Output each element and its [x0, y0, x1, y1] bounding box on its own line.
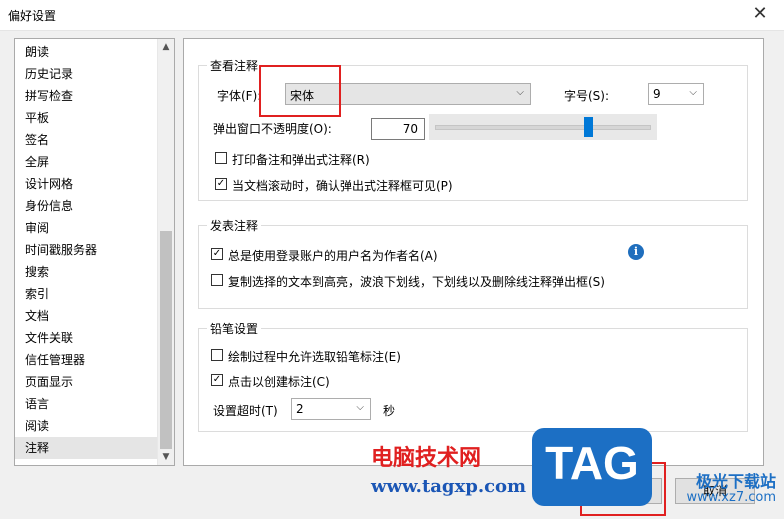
click-create-checkbox[interactable]: ✓	[211, 374, 223, 386]
watermark-tag-text: TAG	[545, 437, 639, 489]
category-list: 朗读 历史记录 拼写检查 平板 签名 全屏 设计网格 身份信息 审阅 时间戳服务器 搜索 索引 文档 文件…	[15, 39, 157, 465]
sidebar-item[interactable]: 历史记录	[15, 63, 157, 85]
copy-checkbox[interactable]	[211, 274, 223, 286]
watermark-url: www.tagxp.com	[371, 476, 527, 497]
sidebar-item[interactable]: 拼写检查	[15, 85, 157, 107]
watermark-site: 极光下载站	[695, 472, 776, 491]
allow-select-label: 绘制过程中允许选取铅笔标注(E)	[228, 350, 401, 364]
timeout-select[interactable]: 2 ⌵	[291, 398, 371, 420]
scroll-down-icon[interactable]: ▼	[158, 449, 174, 465]
make-comments-group: 发表注释 ✓ 总是使用登录账户的用户名为作者名(A) i 复制选择的文本到高亮，…	[198, 217, 748, 309]
timeout-unit: 秒	[383, 404, 396, 418]
sidebar-item[interactable]: 页面显示	[15, 371, 157, 393]
pencil-settings-group: 铅笔设置 绘制过程中允许选取铅笔标注(E) ✓ 点击以创建标注(C) 设置超时(…	[198, 320, 748, 432]
chevron-down-icon: ⌵	[689, 87, 697, 98]
sidebar-item[interactable]: 文件关联	[15, 327, 157, 349]
sidebar-scrollbar[interactable]: ▲ ▼	[157, 39, 174, 465]
scroll-checkbox[interactable]: ✓	[215, 178, 227, 190]
pencil-settings-title: 铅笔设置	[207, 320, 262, 337]
sidebar-item[interactable]: 文档	[15, 305, 157, 327]
size-select[interactable]: 9 ⌵	[648, 83, 704, 105]
sidebar-item[interactable]: 签名	[15, 129, 157, 151]
print-checkbox-label: 打印备注和弹出式注释(R)	[232, 153, 370, 167]
sidebar-item[interactable]: 朗读	[15, 41, 157, 63]
opacity-slider[interactable]	[429, 114, 657, 140]
author-checkbox[interactable]: ✓	[211, 248, 223, 260]
sidebar-item[interactable]: 注释	[15, 437, 157, 459]
sidebar-item[interactable]: 搜索	[15, 261, 157, 283]
click-create-label: 点击以创建标注(C)	[228, 375, 330, 389]
sidebar-item[interactable]: 全屏	[15, 151, 157, 173]
print-checkbox[interactable]	[215, 152, 227, 164]
window-title: 偏好设置	[8, 9, 57, 23]
allow-select-checkbox[interactable]	[211, 349, 223, 361]
slider-thumb[interactable]	[584, 117, 594, 137]
sidebar-item[interactable]: 索引	[15, 283, 157, 305]
timeout-value: 2	[296, 402, 304, 416]
chevron-down-icon: ⌵	[356, 402, 364, 413]
sidebar-item[interactable]: 时间戳服务器	[15, 239, 157, 261]
sidebar-item[interactable]: 设计网格	[15, 173, 157, 195]
watermark-brand: 电脑技术网	[371, 446, 482, 471]
view-comments-title: 查看注释	[207, 57, 262, 74]
slider-track	[435, 125, 651, 130]
close-icon[interactable]: ✕	[750, 4, 770, 24]
info-icon[interactable]: i	[628, 244, 644, 260]
size-value: 9	[653, 87, 661, 101]
author-checkbox-label: 总是使用登录账户的用户名为作者名(A)	[228, 249, 438, 263]
scroll-up-icon[interactable]: ▲	[158, 39, 174, 55]
opacity-label: 弹出窗口不透明度(O):	[213, 122, 332, 136]
annotation-highlight-box	[259, 65, 341, 117]
category-sidebar: 朗读 历史记录 拼写检查 平板 签名 全屏 设计网格 身份信息 审阅 时间戳服务器 搜索 索引 文档 文件…	[14, 38, 175, 466]
watermark-site-url: www.xz7.com	[686, 490, 776, 505]
chevron-down-icon: ⌵	[516, 87, 524, 98]
font-label: 字体(F):	[217, 89, 262, 103]
copy-checkbox-label: 复制选择的文本到高亮，波浪下划线，下划线以及删除线注释弹出框(S)	[228, 275, 605, 289]
sidebar-item[interactable]: 平板	[15, 107, 157, 129]
size-label: 字号(S):	[564, 89, 610, 103]
scroll-checkbox-label: 当文档滚动时，确认弹出式注释框可见(P)	[232, 179, 453, 193]
sidebar-item[interactable]: 阅读	[15, 415, 157, 437]
title-bar: 偏好设置 ✕	[0, 0, 784, 31]
watermark-tag-logo: TAG	[532, 428, 652, 506]
scroll-thumb[interactable]	[160, 231, 172, 449]
timeout-label: 设置超时(T)	[213, 404, 278, 418]
sidebar-item[interactable]: 语言	[15, 393, 157, 415]
sidebar-item[interactable]: 审阅	[15, 217, 157, 239]
opacity-input[interactable]: 70	[371, 118, 425, 140]
sidebar-item[interactable]: 身份信息	[15, 195, 157, 217]
make-comments-title: 发表注释	[207, 217, 262, 234]
sidebar-item[interactable]: 信任管理器	[15, 349, 157, 371]
